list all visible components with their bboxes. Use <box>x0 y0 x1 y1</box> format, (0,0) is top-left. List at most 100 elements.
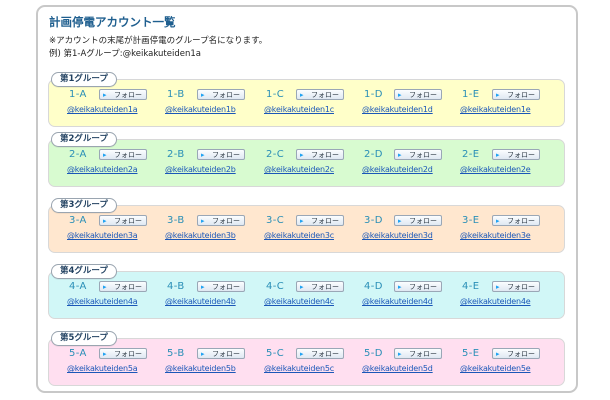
follow-button[interactable]: ▸ フォロー <box>296 215 344 226</box>
account-handle-link[interactable]: @keikakuteiden1a <box>67 105 138 114</box>
follow-button[interactable]: ▸ フォロー <box>197 149 245 160</box>
account-code: 2-D <box>364 149 383 160</box>
follow-button-label: フォロー <box>114 217 142 225</box>
group-label: 第2グループ <box>51 132 117 147</box>
account-handle-link[interactable]: @keikakuteiden5c <box>264 364 334 373</box>
follow-button[interactable]: ▸ フォロー <box>394 149 442 160</box>
follow-button-label: フォロー <box>507 217 535 225</box>
follow-button-label: フォロー <box>409 350 437 358</box>
follow-button-label: フォロー <box>311 283 339 291</box>
follow-button[interactable]: ▸ フォロー <box>492 348 540 359</box>
account-handle-link[interactable]: @keikakuteiden1c <box>264 105 334 114</box>
account-handle-link[interactable]: @keikakuteiden4e <box>460 297 531 306</box>
account-handle-link[interactable]: @keikakuteiden1b <box>165 105 236 114</box>
twitter-bird-icon: ▸ <box>201 350 205 358</box>
follow-button-label: フォロー <box>409 91 437 99</box>
follow-button[interactable]: ▸ フォロー <box>296 348 344 359</box>
account-handle-link[interactable]: @keikakuteiden5b <box>165 364 236 373</box>
account-entry: 5-E ▸ フォロー @keikakuteiden5e <box>460 348 560 382</box>
follow-button[interactable]: ▸ フォロー <box>492 281 540 292</box>
account-handle-link[interactable]: @keikakuteiden4a <box>67 297 138 306</box>
twitter-bird-icon: ▸ <box>496 91 500 99</box>
account-entry: 2-C ▸ フォロー @keikakuteiden2c <box>264 149 364 183</box>
twitter-bird-icon: ▸ <box>201 151 205 159</box>
account-entry: 3-C ▸ フォロー @keikakuteiden3c <box>264 215 364 249</box>
account-handle-link[interactable]: @keikakuteiden4d <box>362 297 433 306</box>
follow-button[interactable]: ▸ フォロー <box>99 215 147 226</box>
follow-button[interactable]: ▸ フォロー <box>492 215 540 226</box>
twitter-bird-icon: ▸ <box>300 283 304 291</box>
account-entry: 4-A ▸ フォロー @keikakuteiden4a <box>67 281 167 315</box>
account-entry: 2-E ▸ フォロー @keikakuteiden2e <box>460 149 560 183</box>
twitter-bird-icon: ▸ <box>300 350 304 358</box>
account-handle-link[interactable]: @keikakuteiden1d <box>362 105 433 114</box>
follow-button-label: フォロー <box>212 283 240 291</box>
account-handle-link[interactable]: @keikakuteiden1e <box>460 105 531 114</box>
account-handle-link[interactable]: @keikakuteiden2b <box>165 165 236 174</box>
account-entry: 1-A ▸ フォロー @keikakuteiden1a <box>67 89 167 123</box>
account-handle-link[interactable]: @keikakuteiden5a <box>67 364 138 373</box>
example-text: 例) 第1-Aグループ:@keikakuteiden1a <box>49 49 201 59</box>
follow-button-label: フォロー <box>212 151 240 159</box>
account-code: 1-B <box>167 89 185 100</box>
follow-button[interactable]: ▸ フォロー <box>99 348 147 359</box>
account-handle-link[interactable]: @keikakuteiden2d <box>362 165 433 174</box>
account-handle-link[interactable]: @keikakuteiden3d <box>362 231 433 240</box>
account-entry: 5-C ▸ フォロー @keikakuteiden5c <box>264 348 364 382</box>
follow-button-label: フォロー <box>409 283 437 291</box>
twitter-bird-icon: ▸ <box>300 217 304 225</box>
follow-button[interactable]: ▸ フォロー <box>99 281 147 292</box>
account-handle-link[interactable]: @keikakuteiden4c <box>264 297 334 306</box>
twitter-bird-icon: ▸ <box>496 283 500 291</box>
twitter-bird-icon: ▸ <box>300 91 304 99</box>
account-handle-link[interactable]: @keikakuteiden5e <box>460 364 531 373</box>
account-code: 4-E <box>462 281 480 292</box>
account-handle-link[interactable]: @keikakuteiden2c <box>264 165 334 174</box>
twitter-bird-icon: ▸ <box>496 350 500 358</box>
follow-button[interactable]: ▸ フォロー <box>99 89 147 100</box>
follow-button[interactable]: ▸ フォロー <box>394 281 442 292</box>
follow-button[interactable]: ▸ フォロー <box>492 149 540 160</box>
group-label: 第1グループ <box>51 72 117 87</box>
follow-button[interactable]: ▸ フォロー <box>197 348 245 359</box>
follow-button[interactable]: ▸ フォロー <box>394 348 442 359</box>
follow-button[interactable]: ▸ フォロー <box>197 89 245 100</box>
account-entry: 4-E ▸ フォロー @keikakuteiden4e <box>460 281 560 315</box>
follow-button[interactable]: ▸ フォロー <box>197 281 245 292</box>
follow-button-label: フォロー <box>212 91 240 99</box>
follow-button[interactable]: ▸ フォロー <box>492 89 540 100</box>
account-code: 4-B <box>167 281 185 292</box>
follow-button[interactable]: ▸ フォロー <box>296 149 344 160</box>
account-handle-link[interactable]: @keikakuteiden3c <box>264 231 334 240</box>
follow-button-label: フォロー <box>114 151 142 159</box>
account-handle-link[interactable]: @keikakuteiden3a <box>67 231 138 240</box>
page-title: 計画停電アカウント一覧 <box>49 15 176 29</box>
account-handle-link[interactable]: @keikakuteiden2e <box>460 165 531 174</box>
account-code: 5-D <box>364 348 383 359</box>
follow-button-label: フォロー <box>507 151 535 159</box>
twitter-bird-icon: ▸ <box>398 91 402 99</box>
follow-button[interactable]: ▸ フォロー <box>296 281 344 292</box>
follow-button[interactable]: ▸ フォロー <box>296 89 344 100</box>
follow-button[interactable]: ▸ フォロー <box>394 215 442 226</box>
twitter-bird-icon: ▸ <box>201 283 205 291</box>
group-label: 第4グループ <box>51 264 117 279</box>
twitter-bird-icon: ▸ <box>103 283 107 291</box>
account-handle-link[interactable]: @keikakuteiden3e <box>460 231 531 240</box>
account-handle-link[interactable]: @keikakuteiden4b <box>165 297 236 306</box>
account-handle-link[interactable]: @keikakuteiden3b <box>165 231 236 240</box>
follow-button-label: フォロー <box>212 350 240 358</box>
account-handle-link[interactable]: @keikakuteiden2a <box>67 165 138 174</box>
follow-button[interactable]: ▸ フォロー <box>99 149 147 160</box>
account-entry: 1-C ▸ フォロー @keikakuteiden1c <box>264 89 364 123</box>
follow-button-label: フォロー <box>409 151 437 159</box>
account-code: 3-B <box>167 215 185 226</box>
follow-button[interactable]: ▸ フォロー <box>394 89 442 100</box>
account-handle-link[interactable]: @keikakuteiden5d <box>362 364 433 373</box>
account-code: 2-C <box>266 149 285 160</box>
follow-button[interactable]: ▸ フォロー <box>197 215 245 226</box>
twitter-bird-icon: ▸ <box>103 217 107 225</box>
account-code: 2-E <box>462 149 480 160</box>
twitter-bird-icon: ▸ <box>103 350 107 358</box>
twitter-bird-icon: ▸ <box>201 217 205 225</box>
